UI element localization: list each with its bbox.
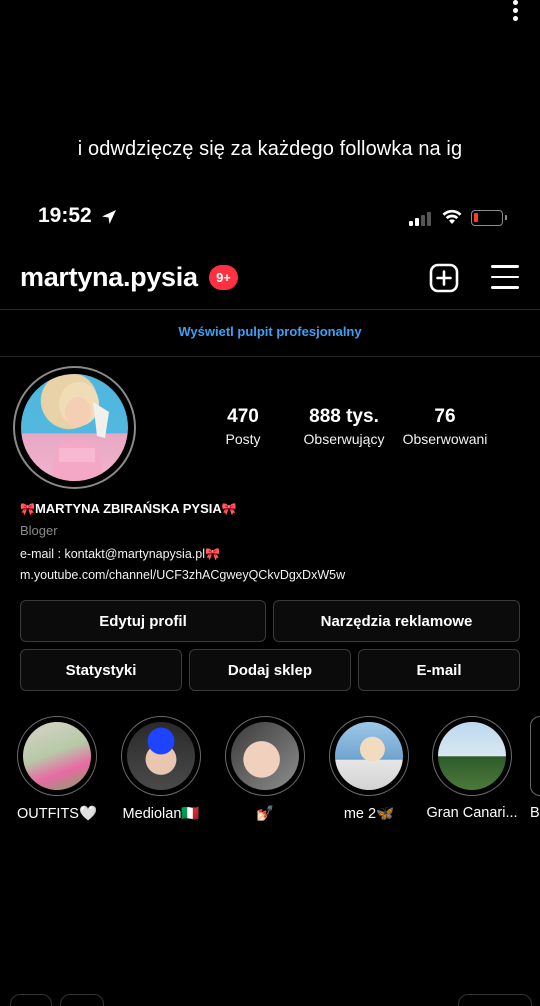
highlight-me-2[interactable]: me 2🦋 xyxy=(329,716,409,822)
highlight-gran-canaria[interactable]: Gran Canari... xyxy=(426,716,518,821)
tab-fragment[interactable] xyxy=(60,994,104,1006)
highlight-cover xyxy=(225,716,305,796)
stat-followers[interactable]: 888 tys. Obserwujący xyxy=(289,406,399,447)
edit-profile-button[interactable]: Edytuj profil xyxy=(20,600,266,642)
highlight-cover xyxy=(329,716,409,796)
highlight-label: B xyxy=(530,805,540,821)
highlight-label: me 2🦋 xyxy=(343,806,395,822)
stat-following-label: Obserwowani xyxy=(402,431,488,447)
divider xyxy=(0,356,540,357)
profile-bio: 🎀MARTYNA ZBIRAŃSKA PYSIA🎀 Bloger e-mail … xyxy=(20,500,520,585)
profile-header: martyna.pysia 9+ xyxy=(0,260,540,300)
profile-category: Bloger xyxy=(20,523,58,538)
highlight-label: OUTFITS🤍 xyxy=(16,806,98,822)
full-name-text: MARTYNA ZBIRAŃSKA PYSIA xyxy=(34,501,222,516)
stat-following[interactable]: 76 Obserwowani xyxy=(390,406,500,447)
highlight-label: Gran Canari... xyxy=(426,805,518,821)
highlight-cover xyxy=(530,716,540,796)
stat-posts-value: 470 xyxy=(227,406,259,427)
highlight-partial[interactable]: B xyxy=(530,716,540,821)
cellular-signal-icon xyxy=(409,210,431,226)
tab-fragment[interactable] xyxy=(10,994,52,1006)
highlight-cover xyxy=(432,716,512,796)
tab-fragment[interactable] xyxy=(458,994,532,1006)
add-shop-button[interactable]: Dodaj sklep xyxy=(189,649,351,691)
video-caption: i odwdzięczę się za każdego followka na … xyxy=(77,138,463,160)
divider xyxy=(0,309,540,310)
status-bar: 19:52 xyxy=(0,204,540,232)
bow-emoji: 🎀 xyxy=(221,502,237,516)
avatar-photo xyxy=(21,374,128,481)
username-switcher[interactable]: martyna.pysia xyxy=(20,262,198,293)
wifi-icon xyxy=(442,209,462,224)
more-options-icon[interactable] xyxy=(509,0,521,24)
highlight-nails[interactable]: 💅🏻 xyxy=(225,716,305,822)
stat-followers-label: Obserwujący xyxy=(303,431,385,447)
status-time: 19:52 xyxy=(38,204,92,227)
battery-icon xyxy=(471,210,507,226)
notification-badge[interactable]: 9+ xyxy=(209,265,238,290)
new-post-icon[interactable] xyxy=(429,263,459,293)
bio-email: e-mail : kontakt@martynapysia.pl🎀 xyxy=(20,544,520,564)
stat-posts[interactable]: 470 Posty xyxy=(188,406,298,447)
stat-followers-value: 888 tys. xyxy=(309,406,379,427)
highlight-label: 💅🏻 xyxy=(255,806,275,822)
highlight-outfits[interactable]: OUTFITS🤍 xyxy=(17,716,97,822)
bio-email-text: e-mail : kontakt@martynapysia.pl xyxy=(20,547,205,561)
profile-avatar[interactable] xyxy=(13,366,136,489)
stat-posts-label: Posty xyxy=(225,431,261,447)
full-name: 🎀MARTYNA ZBIRAŃSKA PYSIA🎀 xyxy=(20,500,520,520)
professional-dashboard-link[interactable]: Wyświetl pulpit profesjonalny xyxy=(0,324,540,339)
highlight-label: Mediolan🇮🇹 xyxy=(122,806,200,822)
highlight-cover xyxy=(121,716,201,796)
screen: i odwdzięczę się za każdego followka na … xyxy=(0,0,540,1006)
insights-button[interactable]: Statystyki xyxy=(20,649,182,691)
email-button[interactable]: E-mail xyxy=(358,649,520,691)
highlight-mediolan[interactable]: Mediolan🇮🇹 xyxy=(121,716,201,822)
bow-emoji: 🎀 xyxy=(20,502,35,516)
location-arrow-icon xyxy=(102,210,116,224)
highlight-cover xyxy=(17,716,97,796)
stat-following-value: 76 xyxy=(434,406,456,427)
bow-emoji: 🎀 xyxy=(204,547,220,561)
menu-icon[interactable] xyxy=(491,265,519,291)
ad-tools-button[interactable]: Narzędzia reklamowe xyxy=(273,600,520,642)
bio-link[interactable]: m.youtube.com/channel/UCF3zhACgweyQCkvDg… xyxy=(20,565,520,585)
